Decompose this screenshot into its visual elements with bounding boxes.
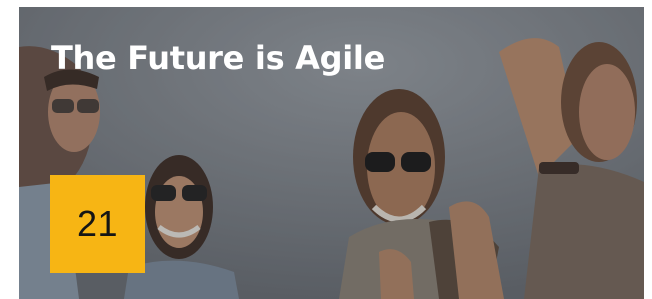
count-badge: 21 [50, 175, 145, 273]
article-card[interactable]: The Future is Agile 21 [19, 7, 644, 299]
card-title[interactable]: The Future is Agile [51, 38, 385, 78]
badge-number: 21 [76, 203, 119, 244]
